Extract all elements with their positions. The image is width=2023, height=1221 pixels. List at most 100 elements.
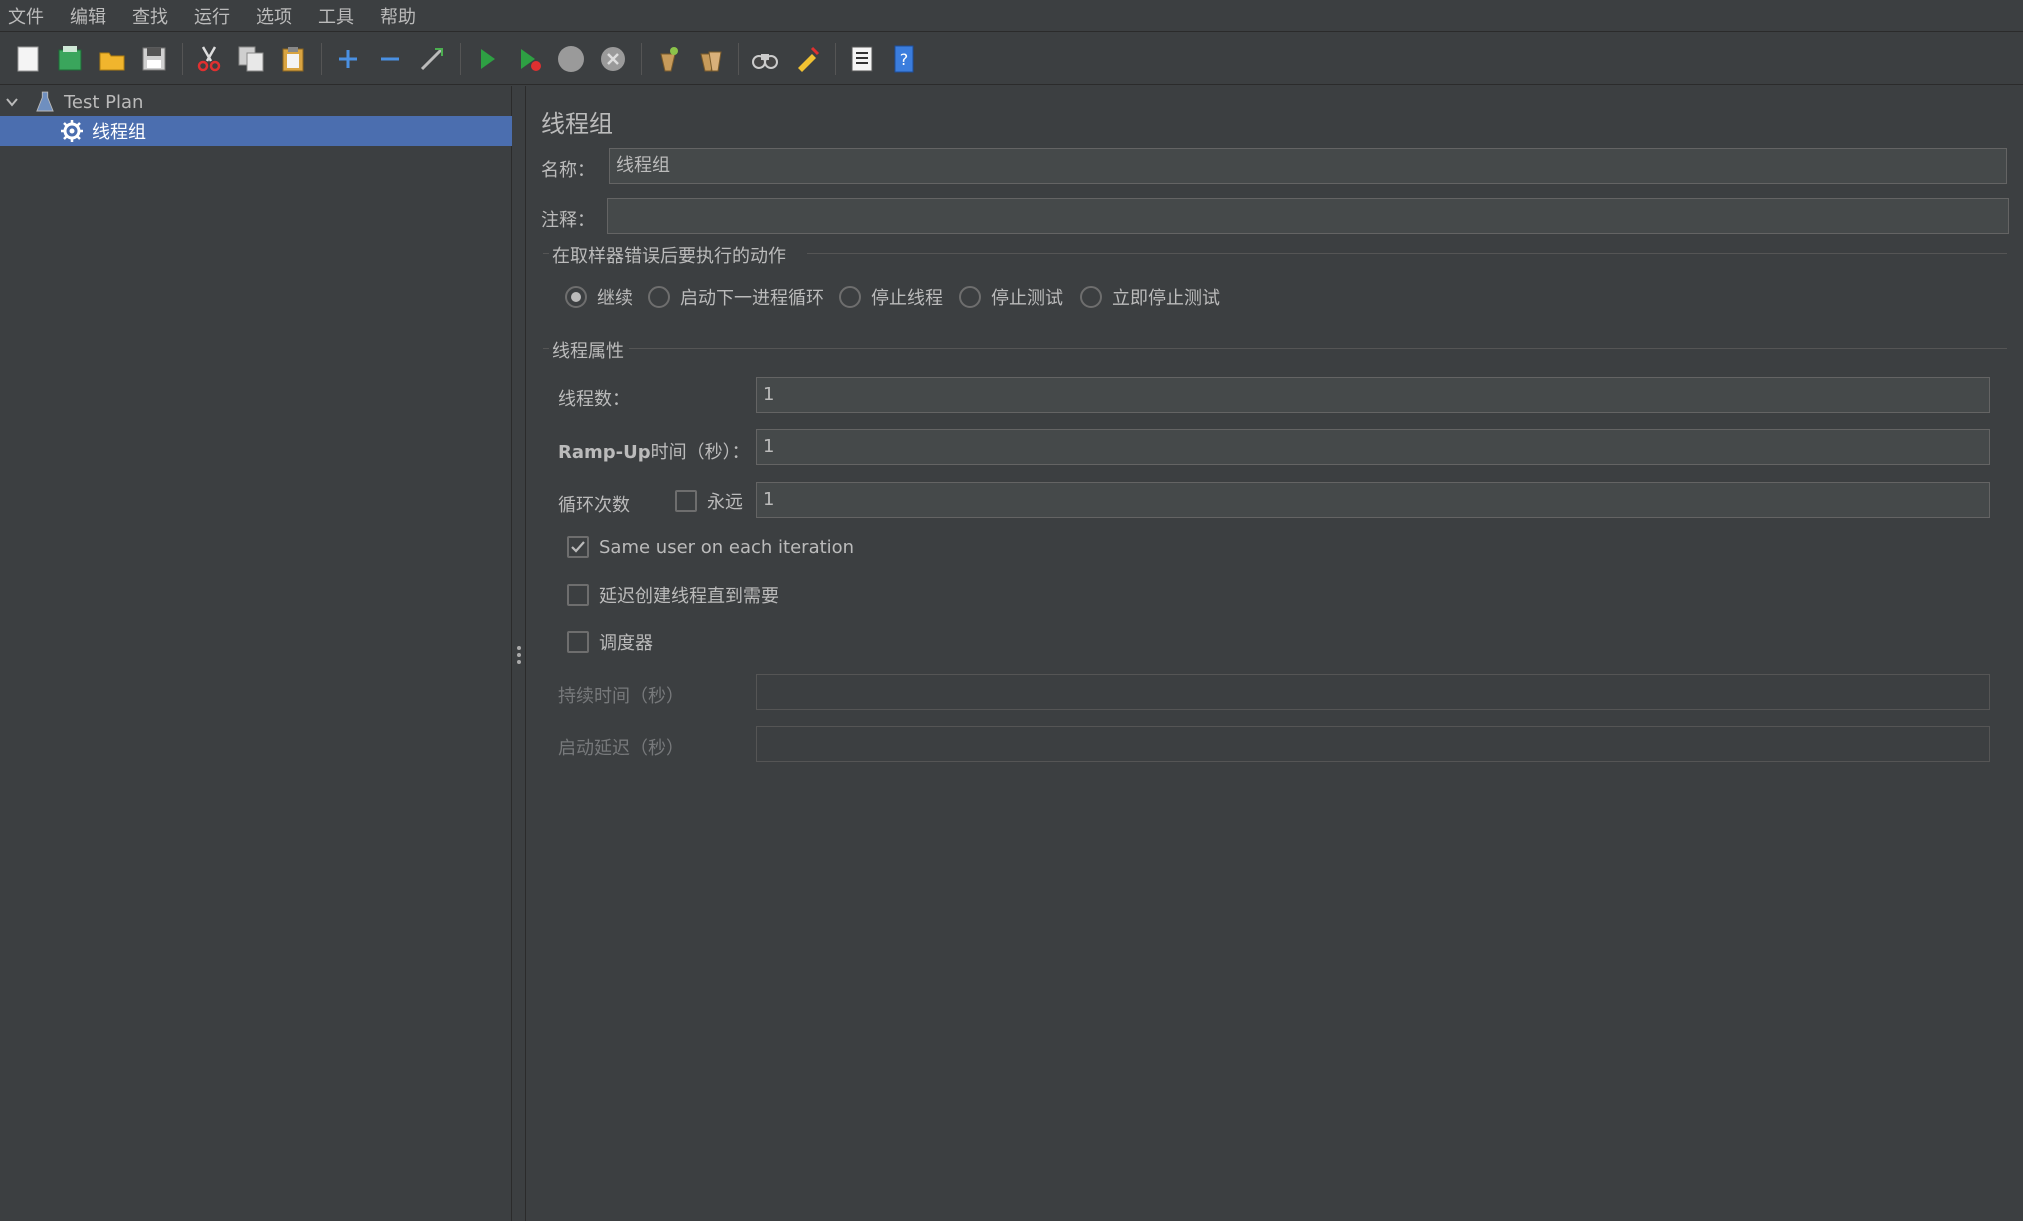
open-button[interactable] <box>94 41 130 77</box>
error-action-group-title: 在取样器错误后要执行的动作 <box>552 246 786 267</box>
help-icon: ? <box>894 45 914 72</box>
radio-button[interactable] <box>648 286 670 308</box>
rampup-label-en: Ramp-Up <box>558 442 651 463</box>
checkbox[interactable] <box>567 631 589 653</box>
start-no-pause-button[interactable] <box>511 41 547 77</box>
reset-search-button[interactable] <box>789 41 825 77</box>
forever-checkbox[interactable]: 永远 <box>675 488 743 514</box>
duration-label: 持续时间（秒） <box>558 686 684 707</box>
page-title: 线程组 <box>541 110 613 138</box>
threads-label: 线程数： <box>558 389 630 410</box>
startup-delay-field[interactable] <box>756 726 1990 762</box>
new-button[interactable] <box>10 41 46 77</box>
panel-splitter[interactable] <box>512 86 526 1221</box>
loop-count-field[interactable]: 1 <box>756 482 1990 518</box>
save-icon <box>142 47 166 70</box>
menu-tools[interactable]: 工具 <box>316 3 368 29</box>
reset-search-icon <box>798 46 820 72</box>
paste-icon <box>282 46 304 71</box>
rampup-label-cn: 时间（秒）： <box>650 442 750 463</box>
checkbox-label: 永远 <box>707 492 743 513</box>
radio-label: 启动下一进程循环 <box>680 288 824 309</box>
radio-button[interactable] <box>959 286 981 308</box>
shutdown-button[interactable] <box>595 41 631 77</box>
toolbar-separator <box>182 42 183 75</box>
menu-file[interactable]: 文件 <box>6 3 58 29</box>
menu-edit[interactable]: 编辑 <box>68 3 120 29</box>
gear-icon <box>61 120 83 142</box>
function-helper-icon <box>851 46 873 71</box>
menu-bar: 文件 编辑 查找 运行 选项 工具 帮助 <box>0 0 2023 32</box>
start-button[interactable] <box>469 41 505 77</box>
expand-all-button[interactable] <box>330 41 366 77</box>
copy-button[interactable] <box>233 41 269 77</box>
same-user-checkbox[interactable]: Same user on each iteration <box>567 536 854 558</box>
cut-icon <box>197 45 221 71</box>
rampup-field[interactable]: 1 <box>756 429 1990 465</box>
checkbox[interactable] <box>567 584 589 606</box>
clear-all-icon <box>700 51 722 71</box>
chevron-down-icon[interactable] <box>4 94 20 110</box>
clear-button[interactable] <box>650 41 686 77</box>
radio-button[interactable] <box>839 286 861 308</box>
menu-options[interactable]: 选项 <box>254 3 306 29</box>
cut-button[interactable] <box>191 41 227 77</box>
toggle-icon <box>420 47 444 70</box>
toolbar: ? <box>0 33 2023 85</box>
function-helper-button[interactable] <box>844 41 880 77</box>
toolbar-separator <box>738 42 739 75</box>
checkbox-label: 延迟创建线程直到需要 <box>599 586 779 607</box>
checkbox-checked[interactable] <box>567 536 589 558</box>
toggle-button[interactable] <box>414 41 450 77</box>
threads-field[interactable]: 1 <box>756 377 1990 413</box>
menu-run[interactable]: 运行 <box>192 3 244 29</box>
group-border <box>543 348 549 349</box>
delay-thread-creation-checkbox[interactable]: 延迟创建线程直到需要 <box>567 582 779 608</box>
checkbox-label: Same user on each iteration <box>599 536 855 558</box>
radio-button-selected[interactable] <box>565 286 587 308</box>
name-field[interactable]: 线程组 <box>609 148 2007 184</box>
tree-node-test-plan[interactable]: Test Plan <box>0 87 143 117</box>
radio-stop-test[interactable]: 停止测试 <box>959 284 1063 310</box>
open-icon <box>99 52 125 70</box>
splitter-grip-icon <box>517 646 521 668</box>
radio-label: 停止线程 <box>871 288 943 309</box>
checkmark-icon <box>571 541 585 553</box>
collapse-icon <box>381 57 399 60</box>
comment-field[interactable] <box>607 198 2009 234</box>
toolbar-separator <box>321 42 322 75</box>
radio-start-next-loop[interactable]: 启动下一进程循环 <box>648 284 824 310</box>
loop-count-label: 循环次数 <box>558 495 630 516</box>
paste-button[interactable] <box>275 41 311 77</box>
new-icon <box>17 46 39 71</box>
scheduler-checkbox[interactable]: 调度器 <box>567 629 653 655</box>
radio-label: 继续 <box>597 288 633 309</box>
save-button[interactable] <box>136 41 172 77</box>
radio-stop-thread[interactable]: 停止线程 <box>839 284 943 310</box>
menu-help[interactable]: 帮助 <box>378 3 430 29</box>
thread-group-panel: 线程组 名称： 线程组 注释： 在取样器错误后要执行的动作 继续 启动下一进程循… <box>527 86 2023 1221</box>
checkbox[interactable] <box>675 490 697 512</box>
radio-stop-test-now[interactable]: 立即停止测试 <box>1080 284 1220 310</box>
radio-button[interactable] <box>1080 286 1102 308</box>
group-border <box>543 253 549 254</box>
comment-label: 注释： <box>541 210 595 231</box>
startup-delay-label: 启动延迟（秒） <box>558 738 684 759</box>
tree-node-label: Test Plan <box>64 91 144 113</box>
stop-icon <box>558 45 584 72</box>
expand-icon <box>339 49 357 68</box>
stop-button[interactable] <box>553 41 589 77</box>
help-button[interactable]: ? <box>886 41 922 77</box>
duration-field[interactable] <box>756 674 1990 710</box>
rampup-label: Ramp-Up时间（秒）： <box>558 438 750 464</box>
tree-node-thread-group[interactable]: 线程组 <box>0 116 512 146</box>
clear-all-button[interactable] <box>692 41 728 77</box>
search-button[interactable] <box>747 41 783 77</box>
collapse-all-button[interactable] <box>372 41 408 77</box>
menu-search[interactable]: 查找 <box>130 3 182 29</box>
radio-label: 停止测试 <box>991 288 1063 309</box>
tree-node-label: 线程组 <box>92 122 146 143</box>
start-icon <box>481 48 495 69</box>
templates-button[interactable] <box>52 41 88 77</box>
radio-continue[interactable]: 继续 <box>565 284 633 310</box>
